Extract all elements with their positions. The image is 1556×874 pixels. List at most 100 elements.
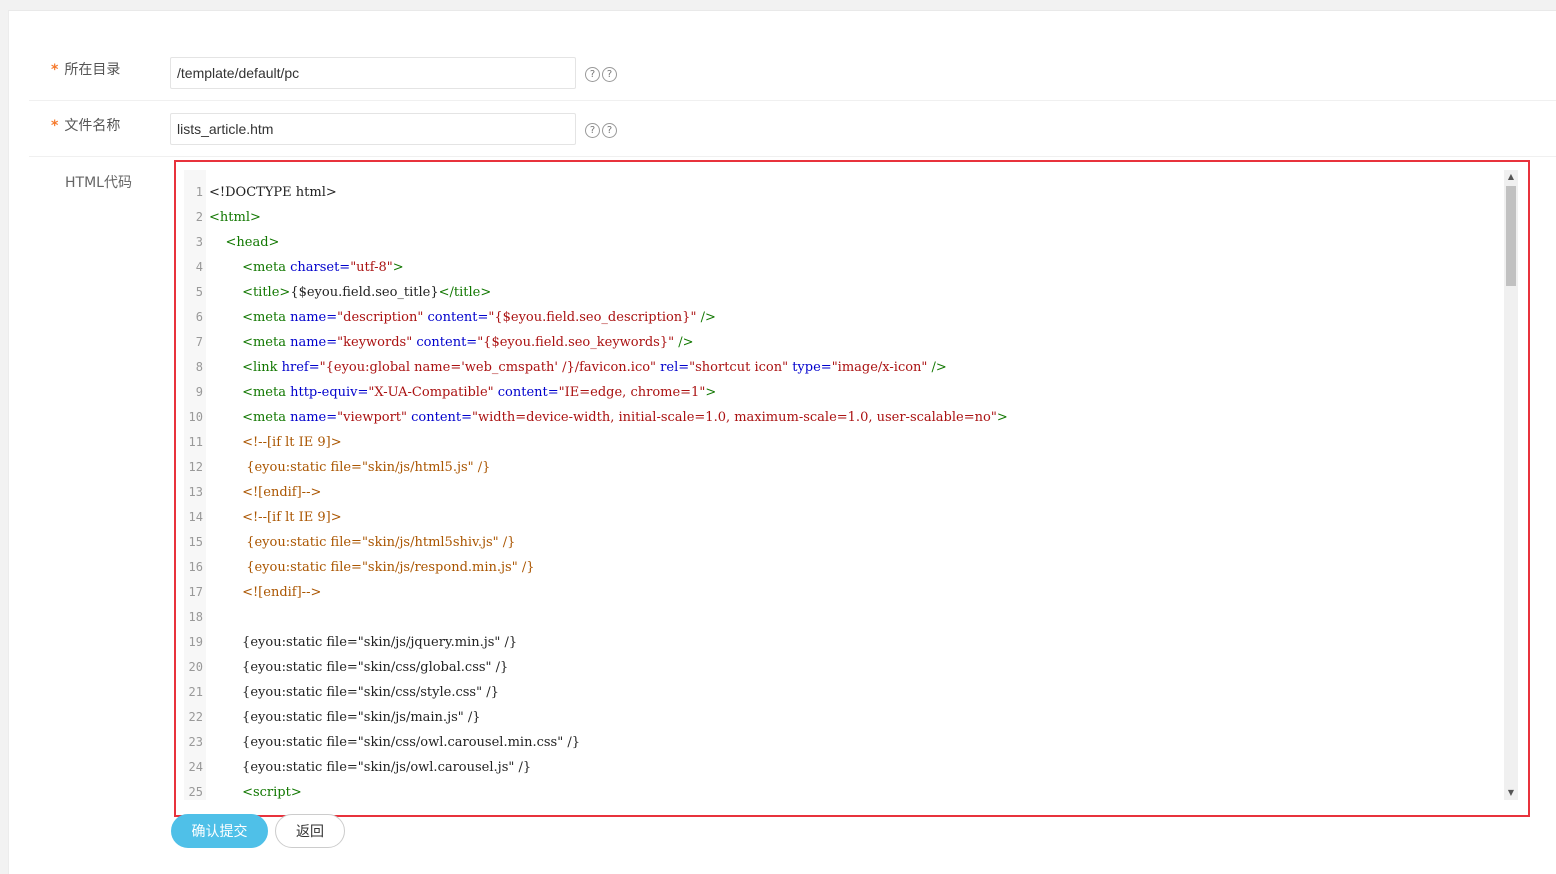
code-text: <meta name="keywords" content="{$eyou.fi… xyxy=(206,330,694,355)
code-line: 25 <script> xyxy=(184,780,1520,800)
code-token: <link xyxy=(242,360,282,375)
code-token: "{$eyou.field.seo_description}" xyxy=(488,310,701,325)
editor-scrollbar[interactable]: ▲ ▼ xyxy=(1504,170,1518,800)
line-number: 23 xyxy=(188,735,203,749)
code-line: 22 {eyou:static file="skin/js/main.js" /… xyxy=(184,705,1520,730)
line-number: 7 xyxy=(195,335,203,349)
line-number: 11 xyxy=(188,435,203,449)
code-token: <![endif]--> xyxy=(242,585,322,600)
code-token: /> xyxy=(678,335,694,350)
code-token: content= xyxy=(497,385,559,400)
help-icon[interactable]: ? xyxy=(585,123,600,138)
code-token: {eyou:static file="skin/css/owl.carousel… xyxy=(209,735,580,750)
code-text: <!--[if lt IE 9]> xyxy=(206,505,342,530)
line-number: 5 xyxy=(195,285,203,299)
code-token: "keywords" xyxy=(337,335,417,350)
code-editor-highlight: 1 <!DOCTYPE html> 2 <html> 3 <head> 4 <meta c… xyxy=(174,160,1530,817)
code-token: <title> xyxy=(242,285,291,300)
code-token: href= xyxy=(281,360,320,375)
code-token: rel= xyxy=(660,360,690,375)
line-number: 13 xyxy=(188,485,203,499)
code-token: <meta xyxy=(242,310,291,325)
line-number: 9 xyxy=(195,385,203,399)
line-number: 19 xyxy=(188,635,203,649)
code-text: <![endif]--> xyxy=(206,580,321,605)
code-text: <!DOCTYPE html> xyxy=(206,180,337,205)
code-text: {eyou:static file="skin/css/style.css" /… xyxy=(206,680,499,705)
code-line: 4 <meta charset="utf-8"> xyxy=(184,255,1520,280)
code-line: 7 <meta name="keywords" content="{$eyou.… xyxy=(184,330,1520,355)
code-lines: 1 <!DOCTYPE html> 2 <html> 3 <head> 4 <meta c… xyxy=(184,180,1520,800)
code-token: {eyou:static file="skin/css/global.css" … xyxy=(209,660,509,675)
code-token: "description" xyxy=(337,310,428,325)
code-line: 6 <meta name="description" content="{$ey… xyxy=(184,305,1520,330)
code-token: /> xyxy=(931,360,947,375)
code-line: 14 <!--[if lt IE 9]> xyxy=(184,505,1520,530)
code-text: <meta name="description" content="{$eyou… xyxy=(206,305,716,330)
code-text: {eyou:static file="skin/js/main.js" /} xyxy=(206,705,480,730)
code-token: charset= xyxy=(290,260,351,275)
code-line: 3 <head> xyxy=(184,230,1520,255)
code-token: <meta xyxy=(242,260,291,275)
filename-label: * 文件名称 xyxy=(51,118,121,134)
code-text: <!--[if lt IE 9]> xyxy=(206,430,342,455)
code-text: <script> xyxy=(206,780,302,800)
code-token: </title> xyxy=(438,285,492,300)
line-number: 1 xyxy=(195,185,203,199)
scroll-up-icon[interactable]: ▲ xyxy=(1504,170,1518,184)
back-button[interactable]: 返回 xyxy=(275,814,345,848)
code-token: name= xyxy=(290,410,338,425)
required-mark: * xyxy=(51,62,59,78)
code-line: 1 <!DOCTYPE html> xyxy=(184,180,1520,205)
code-token: {eyou:static file="skin/js/respond.min.j… xyxy=(246,560,535,575)
help-icon[interactable]: ? xyxy=(602,123,617,138)
line-number: 21 xyxy=(188,685,203,699)
line-number: 24 xyxy=(188,760,203,774)
directory-input[interactable]: /template/default/pc xyxy=(170,57,576,89)
code-line: 21 {eyou:static file="skin/css/style.css… xyxy=(184,680,1520,705)
code-text: <meta name="viewport" content="width=dev… xyxy=(206,405,1008,430)
required-mark: * xyxy=(51,118,59,134)
code-text: {eyou:static file="skin/js/jquery.min.js… xyxy=(206,630,517,655)
code-token: <script> xyxy=(242,785,302,800)
code-line: 8 <link href="{eyou:global name='web_cms… xyxy=(184,355,1520,380)
code-line: 13 <![endif]--> xyxy=(184,480,1520,505)
code-editor[interactable]: 1 <!DOCTYPE html> 2 <html> 3 <head> 4 <meta c… xyxy=(184,170,1520,800)
scrollbar-thumb[interactable] xyxy=(1506,186,1516,286)
code-text: <meta charset="utf-8"> xyxy=(206,255,404,280)
help-icon[interactable]: ? xyxy=(585,67,600,82)
code-token: "IE=edge, chrome=1" xyxy=(558,385,706,400)
code-text: <meta http-equiv="X-UA-Compatible" conte… xyxy=(206,380,716,405)
code-text: <html> xyxy=(206,205,261,230)
code-line: 9 <meta http-equiv="X-UA-Compatible" con… xyxy=(184,380,1520,405)
code-token: {$eyou.field.seo_title} xyxy=(290,285,439,300)
filename-input[interactable]: lists_article.htm xyxy=(170,113,576,145)
code-token: content= xyxy=(416,335,478,350)
code-line: 18 xyxy=(184,605,1520,630)
line-number: 6 xyxy=(195,310,203,324)
code-token: "width=device-width, initial-scale=1.0, … xyxy=(472,410,997,425)
scroll-down-icon[interactable]: ▼ xyxy=(1504,786,1518,800)
code-token: <head> xyxy=(225,235,280,250)
code-line: 19 {eyou:static file="skin/js/jquery.min… xyxy=(184,630,1520,655)
line-number: 10 xyxy=(188,410,203,424)
code-line: 24 {eyou:static file="skin/js/owl.carous… xyxy=(184,755,1520,780)
code-line: 2 <html> xyxy=(184,205,1520,230)
code-token: <meta xyxy=(242,385,291,400)
submit-button[interactable]: 确认提交 xyxy=(171,814,268,848)
code-token: <!--[if lt IE 9]> xyxy=(242,510,342,525)
code-token: <html> xyxy=(209,210,261,225)
line-number: 25 xyxy=(188,785,203,799)
code-token: name= xyxy=(290,310,338,325)
html-code-label: HTML代码 xyxy=(65,175,132,191)
help-icon[interactable]: ? xyxy=(602,67,617,82)
